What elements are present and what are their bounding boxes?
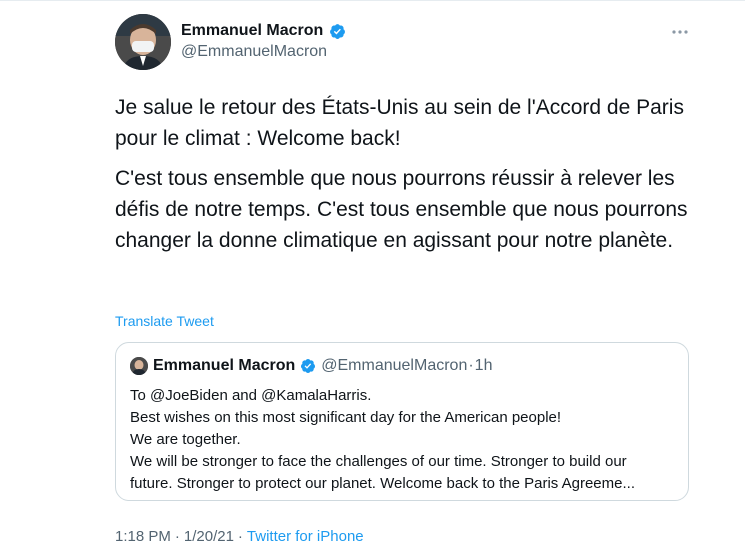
quoted-line: Best wishes on this most significant day…: [130, 409, 562, 426]
quoted-tweet-card[interactable]: Emmanuel Macron @EmmanuelMacron · 1h To @J…: [115, 342, 689, 501]
quoted-line: We are together.: [130, 431, 241, 448]
tweet-date[interactable]: 1/20/21: [184, 528, 234, 545]
verified-badge-icon: [300, 358, 316, 374]
tweet-text: Je salue le retour des États-Unis au sei…: [115, 92, 700, 265]
top-divider: [0, 0, 745, 1]
profile-avatar[interactable]: [115, 14, 171, 70]
quoted-display-name[interactable]: Emmanuel Macron: [153, 357, 295, 375]
author-handle[interactable]: @EmmanuelMacron: [181, 43, 327, 61]
tweet-paragraph: Je salue le retour des États-Unis au sei…: [115, 96, 684, 150]
meta-separator: ·: [174, 528, 180, 545]
meta-separator: ·: [237, 528, 243, 545]
more-options-icon[interactable]: [670, 22, 690, 42]
author-name-row: Emmanuel Macron: [181, 22, 346, 40]
quoted-line: We will be stronger to face the challeng…: [130, 453, 627, 470]
tweet-meta: 1:18 PM · 1/20/21 · Twitter for iPhone: [115, 528, 364, 545]
quoted-timestamp[interactable]: 1h: [475, 357, 493, 375]
tweet-paragraph: C'est tous ensemble que nous pourrons ré…: [115, 167, 688, 252]
author-display-name[interactable]: Emmanuel Macron: [181, 22, 323, 40]
tweet-page: Emmanuel Macron @EmmanuelMacron Je salue…: [0, 0, 745, 559]
verified-badge-icon: [329, 23, 346, 40]
quoted-separator: ·: [468, 357, 474, 374]
quoted-avatar[interactable]: [130, 357, 148, 375]
translate-tweet-link[interactable]: Translate Tweet: [115, 313, 214, 329]
quoted-handle[interactable]: @EmmanuelMacron: [321, 357, 467, 375]
tweet-time[interactable]: 1:18 PM: [115, 528, 171, 545]
quoted-line: To @JoeBiden and @KamalaHarris.: [130, 387, 372, 404]
quoted-line: future. Stronger to protect our planet. …: [130, 475, 635, 492]
tweet-source-link[interactable]: Twitter for iPhone: [247, 528, 364, 545]
quoted-tweet-header: Emmanuel Macron @EmmanuelMacron · 1h: [130, 357, 492, 375]
quoted-tweet-body: To @JoeBiden and @KamalaHarris. Best wis…: [130, 385, 675, 495]
